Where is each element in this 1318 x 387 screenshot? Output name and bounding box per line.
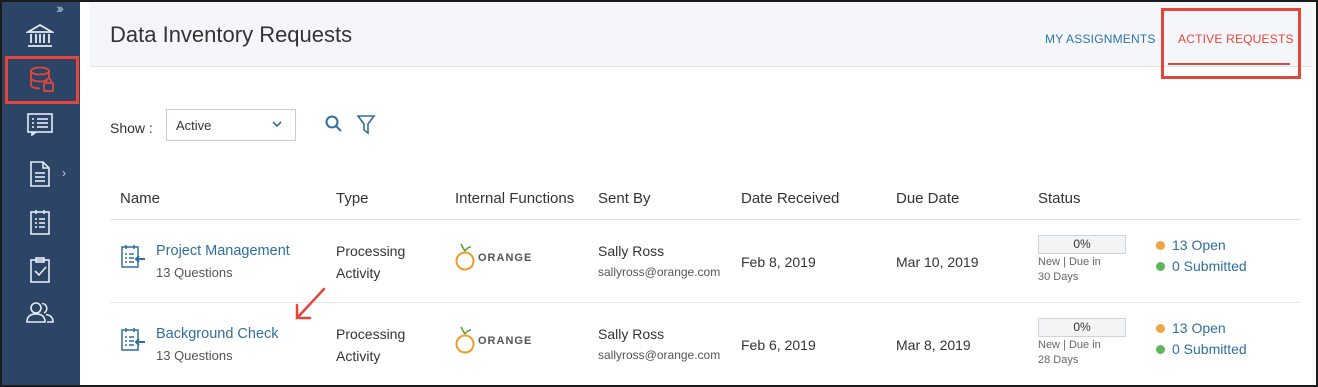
sidebar-item-bank[interactable]	[18, 16, 62, 56]
column-header-name[interactable]: Name	[120, 190, 160, 207]
organization-name: ORANGE	[478, 335, 533, 347]
clipboard-check-icon	[30, 257, 50, 283]
column-header-status[interactable]: Status	[1038, 190, 1081, 207]
tab-active-requests[interactable]: ACTIVE REQUESTS	[1178, 32, 1294, 46]
bank-icon	[26, 23, 54, 47]
chevron-right-icon: ›	[62, 166, 66, 180]
show-select[interactable]: Active	[166, 109, 296, 141]
progress-bar: 0%	[1038, 318, 1126, 337]
request-name-link[interactable]: Background Check	[156, 326, 279, 342]
sender-email: sallyross@orange.com	[598, 265, 721, 279]
due-date: Mar 8, 2019	[896, 337, 971, 353]
due-date: Mar 10, 2019	[896, 254, 979, 270]
column-header-date-received[interactable]: Date Received	[741, 190, 839, 207]
active-tab-underline	[1168, 63, 1290, 65]
main-content: Data Inventory Requests MY ASSIGNMENTS A…	[90, 2, 1316, 385]
open-status-dot	[1156, 240, 1165, 250]
submitted-count: 0 Submitted	[1172, 258, 1247, 274]
open-status-dot	[1156, 323, 1165, 333]
type-line-1: Processing	[336, 243, 406, 259]
users-icon	[26, 302, 54, 323]
type-line-1: Processing	[336, 326, 406, 342]
submitted-status-dot	[1156, 344, 1165, 354]
progress-bar: 0%	[1038, 235, 1126, 254]
orange-logo-icon	[455, 326, 475, 354]
question-count: 13 Questions	[156, 348, 233, 363]
show-label: Show :	[110, 120, 153, 136]
progress-label: 0%	[1073, 237, 1091, 251]
sidebar: ››› ›	[2, 2, 80, 385]
chevron-down-icon	[272, 121, 282, 128]
app-window: ››› › Data Inventory Requests MY ASSIGNM…	[0, 0, 1318, 387]
questionnaire-icon	[121, 245, 145, 268]
sender-name: Sally Ross	[598, 243, 665, 259]
column-header-internal-functions[interactable]: Internal Functions	[455, 190, 574, 207]
column-header-sent-by[interactable]: Sent By	[598, 190, 651, 207]
request-name-link[interactable]: Project Management	[156, 243, 290, 259]
progress-label: 0%	[1073, 320, 1091, 334]
date-received: Feb 8, 2019	[741, 254, 816, 270]
window-edge	[1312, 2, 1316, 385]
status-line-2: 28 Days	[1038, 354, 1079, 366]
sender-name: Sally Ross	[598, 326, 665, 342]
double-chevron-right-icon[interactable]: ›››	[56, 2, 64, 16]
orange-logo-icon	[455, 243, 475, 271]
submitted-count: 0 Submitted	[1172, 341, 1247, 357]
page-header: Data Inventory Requests MY ASSIGNMENTS A…	[90, 2, 1316, 79]
status-line-1: New | Due in	[1038, 339, 1101, 351]
list-icon	[27, 113, 53, 136]
sidebar-item-calendar[interactable]	[18, 202, 62, 242]
sidebar-item-assessments[interactable]	[18, 250, 62, 290]
organization-name: ORANGE	[478, 252, 533, 264]
search-icon[interactable]	[324, 114, 344, 134]
document-icon	[30, 161, 50, 187]
filter-icon[interactable]	[356, 114, 376, 136]
status-line-2: 30 Days	[1038, 271, 1079, 283]
table-row[interactable]: Background Check 13 Questions Processing…	[110, 303, 1300, 385]
open-count: 13 Open	[1172, 320, 1226, 336]
table-header: Name Type Internal Functions Sent By Dat…	[110, 177, 1300, 220]
question-count: 13 Questions	[156, 265, 233, 280]
open-count: 13 Open	[1172, 237, 1226, 253]
sidebar-item-users[interactable]	[18, 292, 62, 332]
submitted-status-dot	[1156, 261, 1165, 271]
date-received: Feb 6, 2019	[741, 337, 816, 353]
calendar-list-icon	[30, 210, 50, 235]
page-title: Data Inventory Requests	[110, 22, 353, 47]
tab-my-assignments[interactable]: MY ASSIGNMENTS	[1045, 32, 1156, 46]
type-line-2: Activity	[336, 265, 381, 281]
sidebar-item-list[interactable]	[18, 104, 62, 144]
sidebar-item-data-inventory[interactable]	[5, 56, 79, 104]
annotation-arrow-icon	[295, 287, 326, 320]
submitted-count-link[interactable]: 0 Submitted	[1156, 258, 1247, 274]
sidebar-item-documents[interactable]	[18, 154, 62, 194]
database-lock-icon	[30, 66, 54, 92]
table-row[interactable]: Project Management 13 Questions Processi…	[110, 220, 1300, 303]
questionnaire-icon	[121, 328, 145, 351]
column-header-due-date[interactable]: Due Date	[896, 190, 959, 207]
open-count-link[interactable]: 13 Open	[1156, 237, 1226, 253]
type-line-2: Activity	[336, 348, 381, 364]
column-header-type[interactable]: Type	[336, 190, 369, 207]
submitted-count-link[interactable]: 0 Submitted	[1156, 341, 1247, 357]
organization-logo: ORANGE	[454, 326, 532, 356]
show-select-value: Active	[176, 118, 212, 133]
organization-logo: ORANGE	[454, 243, 532, 273]
status-line-1: New | Due in	[1038, 256, 1101, 268]
sender-email: sallyross@orange.com	[598, 348, 721, 362]
open-count-link[interactable]: 13 Open	[1156, 320, 1226, 336]
